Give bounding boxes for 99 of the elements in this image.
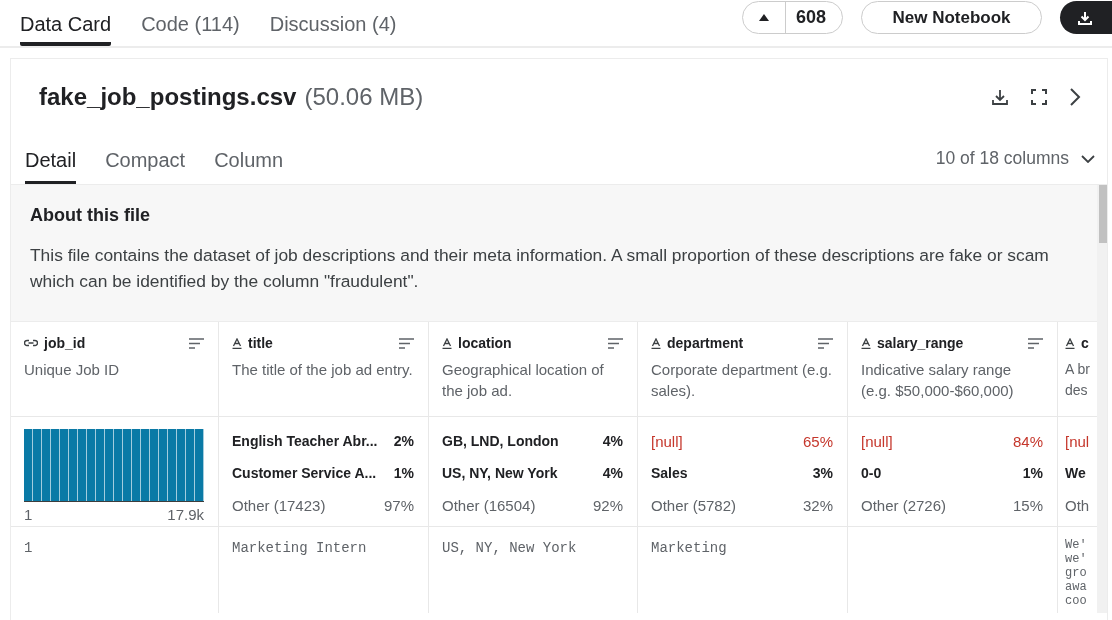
value-label: [nul	[1065, 433, 1090, 450]
table-cell: Marketing Intern	[232, 541, 367, 556]
sort-icon[interactable]	[818, 337, 833, 349]
table-cell: 1	[24, 541, 33, 556]
histogram-bar	[141, 429, 150, 501]
value-percent: 97%	[383, 497, 414, 514]
value-label: Other (16504)	[442, 497, 536, 514]
sort-icon[interactable]	[399, 337, 414, 349]
link-icon	[24, 339, 38, 347]
text-type-icon	[1065, 337, 1075, 349]
histogram-bar	[51, 429, 60, 501]
download-icon	[991, 87, 1009, 106]
vote-count: 608	[794, 6, 827, 29]
table-cell: Marketing	[651, 541, 727, 556]
value-label: [null]	[651, 433, 683, 450]
histogram-bar	[60, 429, 69, 501]
histogram-bar	[114, 429, 123, 501]
value-percent: 1%	[1022, 465, 1043, 481]
column-description: Unique Job ID	[24, 360, 121, 380]
text-type-icon	[861, 337, 871, 349]
column-description: The title of the job ad entry.	[232, 360, 414, 380]
chevron-down-icon	[1081, 154, 1095, 163]
histogram-bar	[159, 429, 168, 501]
histogram-bar	[132, 429, 141, 501]
text-type-icon	[651, 337, 661, 349]
histogram-bar	[168, 429, 177, 501]
column-name: location	[458, 335, 512, 351]
file-description: This file contains the dataset of job descriptions and their meta information. A small proportion of these descriptions are fake or scam which can be identified by the column "fraudulent".	[30, 244, 1050, 293]
file-name: fake_job_postings.csv	[39, 82, 297, 111]
value-label: [null]	[861, 433, 893, 450]
value-label: US, NY, New York	[442, 465, 558, 481]
value-percent: 65%	[802, 433, 833, 450]
next-button[interactable]	[1067, 85, 1083, 108]
value-percent: 92%	[592, 497, 623, 514]
view-tab[interactable]: Compact	[105, 149, 186, 184]
value-percent: 2%	[393, 433, 414, 449]
download-icon	[1078, 10, 1092, 25]
file-size: (50.06 MB)	[304, 82, 424, 111]
download-button[interactable]	[1060, 1, 1112, 34]
value-label: Other (2726)	[861, 497, 947, 514]
value-percent: 15%	[1012, 497, 1043, 514]
column-description: Geographical location of the job ad.	[442, 360, 605, 401]
value-percent: 1%	[393, 465, 414, 481]
tab[interactable]: Discussion (4)	[269, 0, 397, 46]
histogram-bar	[96, 429, 105, 501]
value-percent: 4%	[602, 433, 623, 449]
scrollbar-thumb[interactable]	[1099, 185, 1107, 243]
triangle-up-icon	[758, 14, 769, 21]
histogram-bar	[123, 429, 132, 501]
histogram-bar	[150, 429, 159, 501]
histogram-bar	[186, 429, 195, 501]
histogram-bar	[69, 429, 78, 501]
value-label: Sales	[651, 465, 688, 481]
sort-icon[interactable]	[1028, 337, 1043, 349]
value-label: Customer Service A...	[232, 465, 377, 481]
histogram-bar	[105, 429, 114, 501]
column-name: department	[667, 335, 744, 351]
column-name: title	[248, 335, 273, 351]
histogram-bar	[24, 429, 33, 501]
value-percent: 3%	[812, 465, 833, 481]
histogram-bar	[195, 429, 204, 501]
value-percent: 84%	[1012, 433, 1043, 450]
tab[interactable]: Data Card	[20, 0, 112, 46]
value-label: We	[1065, 465, 1086, 481]
section-title: About this file	[30, 205, 151, 226]
histogram-bar	[87, 429, 96, 501]
histogram-bar	[177, 429, 186, 501]
histogram-bar	[78, 429, 87, 501]
chevron-right-icon	[1069, 87, 1081, 106]
columns-dropdown[interactable]: 10 of 18 columns	[929, 147, 1101, 184]
histogram-bar	[42, 429, 51, 501]
text-type-icon	[232, 337, 242, 349]
value-percent: 4%	[602, 465, 623, 481]
sort-icon[interactable]	[189, 337, 204, 349]
fullscreen-icon	[1031, 88, 1047, 105]
axis-min-label: 1	[24, 506, 33, 523]
value-label: Other (5782)	[651, 497, 737, 514]
value-label: Other (17423)	[232, 497, 326, 514]
table-cell: We' we' gro awa coo	[1065, 538, 1087, 608]
column-description: Indicative salary range (e.g. $50,000-$60,000)	[861, 360, 1015, 401]
value-percent: 32%	[802, 497, 833, 514]
value-label: Oth	[1065, 497, 1090, 514]
tab[interactable]: Code (114)	[141, 0, 240, 46]
column-name: salary_range	[877, 335, 964, 351]
column-description: A br des	[1065, 360, 1090, 400]
new-notebook-button[interactable]: New Notebook	[861, 1, 1042, 34]
histogram-bar	[33, 429, 42, 501]
view-tab[interactable]: Column	[214, 149, 284, 184]
fullscreen-button[interactable]	[1029, 86, 1049, 107]
sort-icon[interactable]	[608, 337, 623, 349]
table-cell: US, NY, New York	[442, 541, 577, 556]
axis-max-label: 17.9k	[167, 506, 204, 523]
value-label: English Teacher Abr...	[232, 433, 378, 449]
value-label: GB, LND, London	[442, 433, 559, 449]
text-type-icon	[442, 337, 452, 349]
column-description: Corporate department (e.g. sales).	[651, 360, 833, 401]
column-name: job_id	[44, 335, 86, 351]
column-name: c	[1081, 335, 1089, 351]
value-label: 0-0	[861, 465, 882, 481]
